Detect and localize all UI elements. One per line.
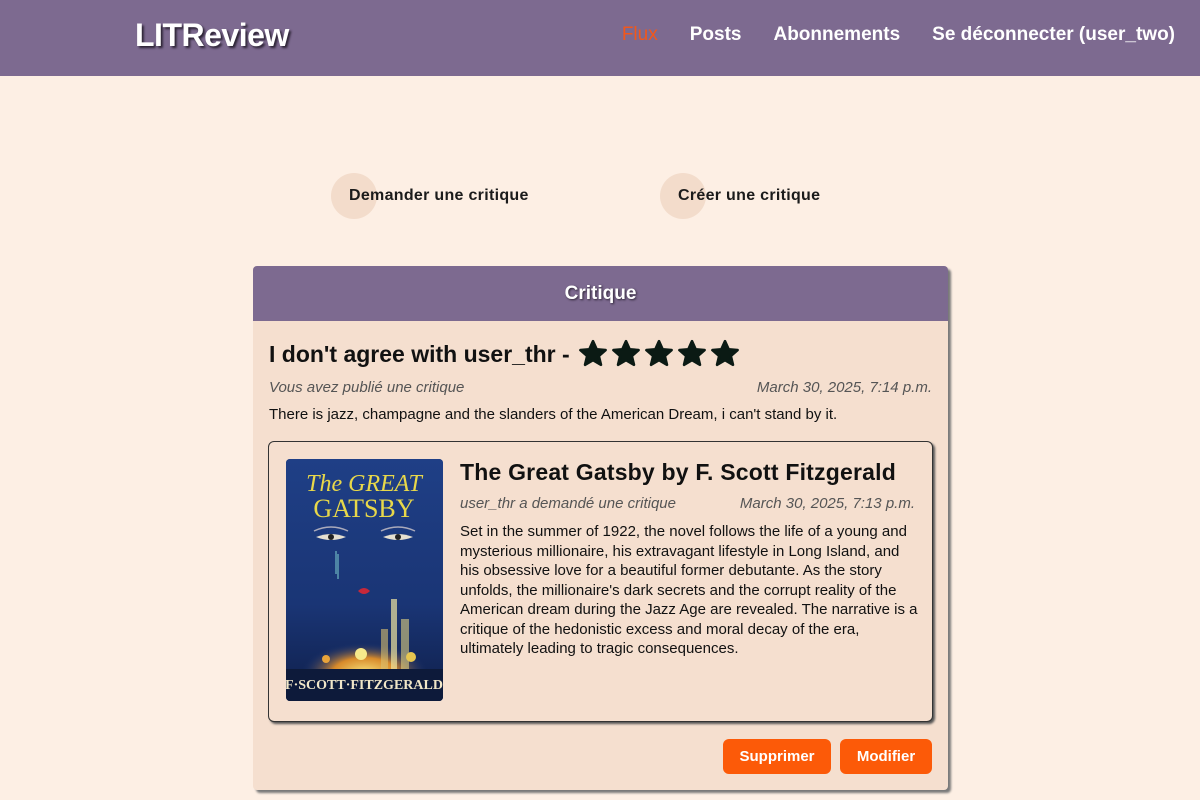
star-icon bbox=[578, 339, 607, 367]
create-review-button[interactable]: Créer une critique bbox=[660, 173, 820, 219]
create-review-label: Créer une critique bbox=[678, 187, 821, 204]
top-navbar: LITReview Flux Posts Abonnements Se déco… bbox=[0, 0, 1200, 76]
review-card: Critique I don't agree with user_thr - V… bbox=[253, 266, 948, 790]
review-timestamp: March 30, 2025, 7:14 p.m. bbox=[756, 379, 932, 396]
review-title-row: I don't agree with user_thr - bbox=[269, 339, 740, 369]
ticket-description: Set in the summer of 1922, the novel fol… bbox=[460, 523, 918, 657]
review-body: There is jazz, champagne and the slander… bbox=[269, 406, 838, 423]
star-icon bbox=[710, 339, 739, 367]
brand-logo[interactable]: LITReview bbox=[135, 17, 289, 54]
book-cover-image: The GREAT GATSBY F·SCOTT·FITZGERALD bbox=[286, 459, 443, 701]
ask-review-label: Demander une critique bbox=[349, 187, 529, 204]
nav-link-flux[interactable]: Flux bbox=[622, 24, 658, 46]
ticket-author: user_thr a demandé une critique bbox=[460, 495, 676, 512]
delete-button[interactable]: Supprimer bbox=[723, 739, 831, 774]
ticket-card: The GREAT GATSBY F·SCOTT·FITZGERALD The … bbox=[268, 441, 933, 722]
nav-links: Flux Posts Abonnements Se déconnecter (u… bbox=[622, 24, 1175, 46]
star-icon bbox=[644, 339, 673, 367]
nav-link-logout[interactable]: Se déconnecter (user_two) bbox=[932, 24, 1175, 46]
svg-text:F·SCOTT·FITZGERALD: F·SCOTT·FITZGERALD bbox=[286, 678, 443, 693]
review-title: I don't agree with user_thr - bbox=[269, 340, 570, 367]
review-author: Vous avez publié une critique bbox=[269, 379, 465, 396]
card-header-title: Critique bbox=[564, 282, 637, 304]
nav-link-subscriptions[interactable]: Abonnements bbox=[773, 24, 900, 46]
card-header: Critique bbox=[253, 266, 948, 321]
nav-link-posts[interactable]: Posts bbox=[690, 24, 742, 46]
star-rating bbox=[578, 339, 740, 369]
star-icon bbox=[677, 339, 706, 367]
svg-text:GATSBY: GATSBY bbox=[313, 494, 414, 523]
edit-button[interactable]: Modifier bbox=[840, 739, 932, 774]
ticket-title: The Great Gatsby by F. Scott Fitzgerald bbox=[460, 459, 896, 485]
star-icon bbox=[611, 339, 640, 367]
ticket-timestamp: March 30, 2025, 7:13 p.m. bbox=[739, 495, 915, 512]
ask-review-button[interactable]: Demander une critique bbox=[331, 173, 529, 219]
